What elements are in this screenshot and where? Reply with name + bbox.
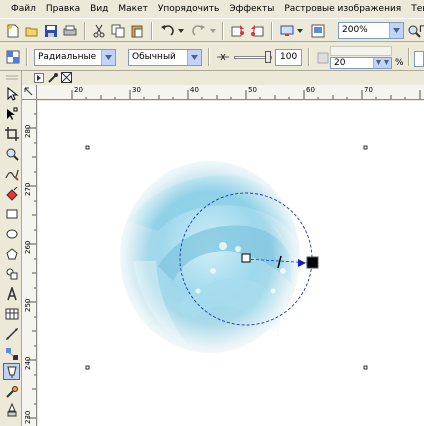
eyedropper-tool-icon[interactable] bbox=[3, 383, 20, 400]
midpoint-slider[interactable] bbox=[234, 51, 272, 63]
shape-tool-icon[interactable] bbox=[3, 105, 20, 122]
canvas-artwork bbox=[85, 145, 368, 370]
print-icon[interactable] bbox=[61, 22, 79, 40]
menu-edit[interactable]: Правка bbox=[41, 4, 85, 14]
open-icon[interactable] bbox=[23, 22, 41, 40]
zoom-combo[interactable]: 200% bbox=[338, 22, 404, 39]
transparency-tool-icon[interactable] bbox=[3, 363, 20, 380]
crop-tool-icon[interactable] bbox=[3, 125, 20, 142]
ruler-label-v: 240 bbox=[24, 356, 32, 370]
midpoint-slider-thumb[interactable] bbox=[265, 51, 271, 63]
edge-pad-disabled-field bbox=[330, 46, 392, 56]
new-icon[interactable] bbox=[4, 22, 22, 40]
transparency-end-handle[interactable] bbox=[306, 256, 319, 269]
property-bar-field-right[interactable] bbox=[414, 51, 424, 67]
zoom-value: 200% bbox=[342, 25, 368, 35]
rectangle-tool-icon[interactable] bbox=[3, 205, 20, 222]
toolbox-grip bbox=[3, 73, 20, 82]
ruler-label-v: 230 bbox=[24, 410, 32, 424]
ruler-label-h: 40 bbox=[190, 86, 199, 94]
eyedropper-small-icon[interactable] bbox=[47, 72, 59, 84]
ruler-label-h: 50 bbox=[248, 86, 257, 94]
text-tool-icon[interactable] bbox=[3, 285, 20, 302]
blend-mode-value: Обычный bbox=[132, 52, 176, 62]
interactive-blend-tool-icon[interactable] bbox=[3, 345, 20, 362]
blend-mode-select[interactable]: Обычный bbox=[128, 49, 202, 66]
drawing-canvas[interactable] bbox=[38, 101, 424, 426]
toolbar-trailing-label: П bbox=[419, 25, 424, 35]
fill-type-value: Радиальные bbox=[38, 52, 97, 62]
zoom-tool-icon[interactable] bbox=[3, 145, 20, 162]
percent-label: % bbox=[395, 58, 404, 68]
midpoint-input[interactable]: 100 bbox=[275, 49, 302, 66]
ruler-label-v: 280 bbox=[24, 124, 32, 138]
menu-layout[interactable]: Макет bbox=[113, 4, 153, 14]
vertical-ruler[interactable]: 280 270 260 250 240 230 bbox=[22, 100, 37, 426]
pick-tool-icon[interactable] bbox=[3, 85, 20, 102]
menu-file[interactable]: Файл bbox=[6, 4, 41, 14]
ruler-label-v: 250 bbox=[24, 298, 32, 312]
table-tool-icon[interactable] bbox=[3, 305, 20, 322]
ruler-label-v: 270 bbox=[24, 182, 32, 196]
ruler-label-h: 70 bbox=[364, 86, 373, 94]
menu-arrange[interactable]: Упорядочить bbox=[153, 4, 224, 14]
paste-icon[interactable] bbox=[128, 22, 146, 40]
ruler-label-v: 260 bbox=[24, 240, 32, 254]
cut-icon[interactable] bbox=[90, 22, 108, 40]
chevron-down-icon[interactable] bbox=[389, 23, 403, 38]
menu-view[interactable]: Вид bbox=[85, 4, 113, 14]
polygon-tool-icon[interactable] bbox=[3, 245, 20, 262]
import-icon[interactable] bbox=[229, 22, 247, 40]
menu-text[interactable]: Текст bbox=[406, 4, 424, 14]
menu-bitmaps[interactable]: Растровые изображения bbox=[279, 4, 406, 14]
page-nav-icon[interactable] bbox=[34, 73, 44, 83]
fill-transparency-icon[interactable] bbox=[4, 48, 22, 66]
toolbox bbox=[0, 71, 22, 426]
edge-pad-value: 20 bbox=[334, 58, 346, 68]
dimension-tool-icon[interactable] bbox=[3, 325, 20, 342]
export-icon[interactable] bbox=[248, 22, 266, 40]
menu-bar: Файл Правка Вид Макет Упорядочить Эффект… bbox=[0, 0, 424, 18]
fill-type-select[interactable]: Радиальные bbox=[34, 49, 116, 66]
chevron-down-icon[interactable] bbox=[101, 50, 115, 65]
horizontal-ruler[interactable]: 20 30 40 50 60 70 bbox=[22, 85, 424, 100]
undo-icon[interactable] bbox=[158, 22, 176, 40]
redo-dropdown-icon[interactable] bbox=[209, 22, 217, 40]
smart-fill-tool-icon[interactable] bbox=[3, 185, 20, 202]
ruler-origin-icon[interactable] bbox=[22, 85, 37, 100]
property-bar: Радиальные Обычный 100 20 % bbox=[0, 43, 424, 71]
basic-shapes-tool-icon[interactable] bbox=[3, 265, 20, 282]
freehand-tool-icon[interactable] bbox=[3, 165, 20, 182]
application-launcher-icon[interactable] bbox=[278, 22, 296, 40]
menu-effects[interactable]: Эффекты bbox=[224, 4, 279, 14]
standard-toolbar: 200% П bbox=[0, 18, 424, 42]
undo-dropdown-icon[interactable] bbox=[177, 22, 185, 40]
spin-arrows-icon[interactable] bbox=[373, 58, 391, 68]
launcher-dropdown-icon[interactable] bbox=[296, 22, 304, 40]
midpoint-icon bbox=[214, 48, 232, 66]
welcome-icon[interactable] bbox=[309, 22, 327, 40]
outline-tool-icon[interactable] bbox=[3, 401, 20, 418]
no-fill-icon[interactable] bbox=[61, 72, 72, 83]
ruler-label-h: 20 bbox=[74, 86, 83, 94]
redo-icon[interactable] bbox=[190, 22, 208, 40]
chevron-down-icon[interactable] bbox=[187, 50, 201, 65]
vertical-ruler-ticks bbox=[27, 113, 36, 419]
ruler-label-h: 60 bbox=[306, 86, 315, 94]
save-icon[interactable] bbox=[42, 22, 60, 40]
document-tab-row bbox=[22, 71, 424, 85]
ellipse-tool-icon[interactable] bbox=[3, 225, 20, 242]
midpoint-value: 100 bbox=[280, 52, 298, 62]
ruler-label-h: 30 bbox=[132, 86, 141, 94]
edge-pad-input[interactable]: 20 bbox=[330, 57, 392, 69]
copy-icon[interactable] bbox=[109, 22, 127, 40]
transparency-start-handle[interactable] bbox=[241, 253, 251, 263]
